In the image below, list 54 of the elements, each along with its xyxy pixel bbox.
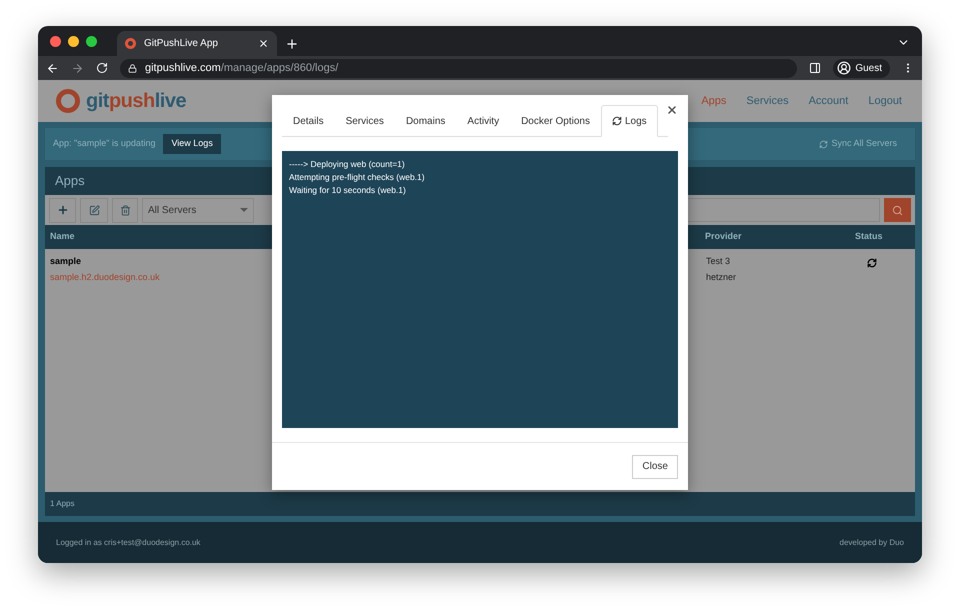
app-name: sample	[50, 255, 82, 268]
reload-icon[interactable]	[96, 62, 108, 74]
lock-icon	[128, 64, 137, 72]
refresh-icon	[612, 116, 622, 126]
avatar-icon	[837, 61, 852, 75]
trash-icon	[120, 204, 130, 216]
provider-name: Test 3	[706, 255, 732, 268]
maximize-window-icon[interactable]	[86, 36, 97, 46]
log-line: -----> Deploying web (count=1)	[289, 158, 406, 170]
log-line: Waiting for 10 seconds (web.1)	[289, 184, 407, 196]
logo-wordmark: gitpushlive	[86, 89, 186, 114]
dialog-tab[interactable]: Docker Options	[510, 105, 601, 137]
delete-button[interactable]	[112, 198, 138, 222]
panel-title: Apps	[55, 172, 85, 190]
logo-icon	[56, 89, 80, 113]
dialog-tab[interactable]: Services	[334, 105, 395, 137]
add-button[interactable]	[49, 198, 76, 222]
browser-tab[interactable]: GitPushLive App	[117, 31, 277, 56]
server-select[interactable]: All Servers	[142, 198, 254, 222]
minimize-window-icon[interactable]	[68, 36, 79, 46]
dialog-tab[interactable]: Domains	[394, 105, 456, 137]
log-line: Attempting pre-flight checks (web.1)	[289, 171, 426, 183]
provider-type: hetzner	[706, 270, 738, 284]
close-window-icon[interactable]	[50, 36, 61, 46]
dialog-tab[interactable]: Details	[282, 105, 335, 137]
search-button[interactable]	[884, 198, 911, 222]
close-tab-icon[interactable]	[258, 38, 269, 49]
app-logo-icon	[125, 38, 136, 49]
tab-title: GitPushLive App	[144, 37, 219, 51]
app-count: 1 Apps	[50, 498, 74, 510]
syncing-icon	[867, 258, 877, 268]
view-logs-button[interactable]: View Logs	[163, 134, 221, 154]
search-icon	[892, 204, 903, 216]
edit-icon	[88, 204, 100, 216]
close-icon[interactable]	[666, 104, 678, 116]
column-header: Name	[50, 230, 76, 244]
sync-icon	[819, 140, 828, 148]
logged-in-text: Logged in as cris+test@duodesign.co.uk	[56, 536, 200, 548]
credit-text: developed by Duo	[840, 536, 904, 548]
back-icon[interactable]	[46, 62, 59, 74]
side-panel-icon[interactable]	[809, 62, 822, 74]
profile-button[interactable]: Guest	[833, 58, 890, 78]
banner-message: App: "sample" is updating	[53, 137, 156, 150]
url-text: gitpushlive.com/manage/apps/860/logs/	[145, 60, 338, 76]
edit-button[interactable]	[80, 198, 108, 222]
dialog-tab[interactable]: Activity	[456, 105, 510, 137]
column-header: Status	[855, 230, 883, 244]
address-bar[interactable]: gitpushlive.com/manage/apps/860/logs/	[120, 58, 798, 78]
column-header: Provider	[705, 230, 743, 244]
dialog-tab[interactable]: Logs	[601, 105, 658, 137]
close-button[interactable]: Close	[632, 454, 678, 478]
forward-icon[interactable]	[71, 62, 84, 74]
plus-icon	[56, 204, 68, 216]
new-tab-icon[interactable]	[285, 37, 299, 51]
